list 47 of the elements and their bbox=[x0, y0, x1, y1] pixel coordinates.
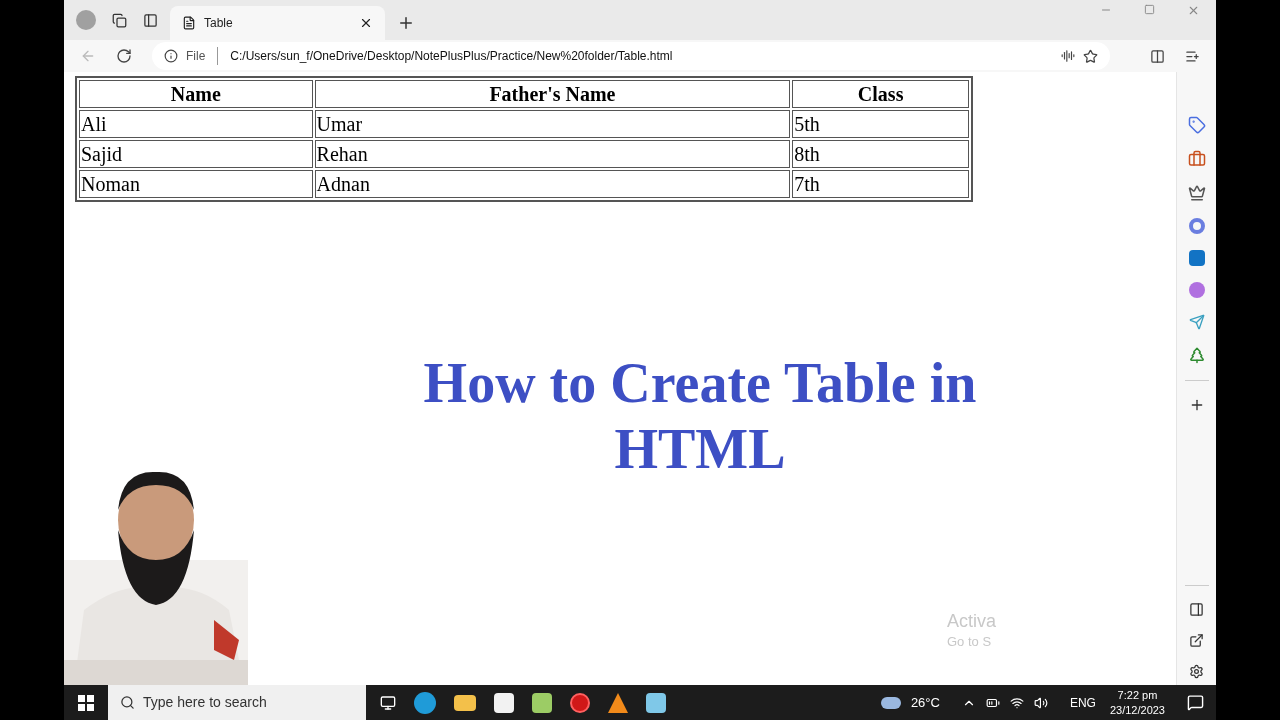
volume-icon[interactable] bbox=[1033, 695, 1048, 710]
task-view-icon[interactable] bbox=[380, 694, 396, 711]
tab-actions-icon[interactable] bbox=[143, 12, 158, 28]
table-cell: 8th bbox=[792, 140, 969, 168]
tag-icon[interactable] bbox=[1187, 116, 1206, 134]
clock-date[interactable]: 23/12/2023 bbox=[1109, 702, 1165, 718]
split-screen-icon[interactable] bbox=[1150, 48, 1165, 64]
wifi-icon[interactable] bbox=[1009, 695, 1024, 710]
browser-tab[interactable]: Table bbox=[170, 6, 385, 40]
search-icon bbox=[120, 695, 135, 710]
notification-icon[interactable] bbox=[1187, 694, 1204, 711]
send-icon[interactable] bbox=[1188, 314, 1205, 330]
record-icon[interactable] bbox=[570, 692, 590, 713]
column-header: Name bbox=[79, 80, 313, 108]
table-cell: Sajid bbox=[79, 140, 313, 168]
scheme-label: File bbox=[186, 47, 219, 65]
favorites-icon[interactable] bbox=[1185, 48, 1200, 64]
column-header: Class bbox=[792, 80, 969, 108]
language-text[interactable]: ENG bbox=[1069, 693, 1096, 712]
tree-icon[interactable] bbox=[1187, 346, 1206, 364]
clock-time[interactable]: 7:22 pm bbox=[1117, 687, 1158, 703]
table-cell: Adnan bbox=[314, 170, 791, 198]
sidebar-icon[interactable] bbox=[1189, 602, 1204, 617]
url-text: C:/Users/sun_f/OneDrive/Desktop/NotePlusPlus/Practice/New%20folder/Table.html bbox=[229, 48, 674, 65]
table-cell: Ali bbox=[79, 110, 313, 138]
info-icon bbox=[164, 49, 178, 63]
read-aloud-icon[interactable] bbox=[1061, 49, 1075, 63]
address-bar[interactable]: File C:/Users/sun_f/OneDrive/Desktop/NotePlusPlus/Practice/New%20folder/Table.html bbox=[152, 42, 1110, 70]
taskbar-search-field[interactable]: Type here to search bbox=[108, 685, 366, 720]
table-cell: Rehan bbox=[314, 140, 791, 168]
table-cell: 5th bbox=[792, 110, 969, 138]
external-link-icon[interactable] bbox=[1189, 633, 1204, 648]
favorite-icon[interactable] bbox=[1083, 48, 1098, 64]
close-icon[interactable] bbox=[359, 16, 373, 30]
workspaces-icon[interactable] bbox=[112, 12, 127, 28]
table-cell: 7th bbox=[792, 170, 969, 198]
search-placeholder: Type here to search bbox=[143, 693, 267, 712]
weather-text[interactable]: 26°C bbox=[910, 692, 940, 713]
new-tab-icon[interactable] bbox=[397, 14, 415, 32]
settings-icon[interactable] bbox=[1189, 664, 1204, 679]
column-header: Father's Name bbox=[314, 80, 791, 108]
overlay-title: How to Create Table in HTML bbox=[422, 351, 978, 482]
briefcase-icon[interactable] bbox=[1187, 150, 1206, 168]
page-icon bbox=[182, 16, 196, 30]
refresh-icon[interactable] bbox=[116, 48, 132, 64]
table-cell: Umar bbox=[314, 110, 791, 138]
table-cell: Noman bbox=[79, 170, 313, 198]
